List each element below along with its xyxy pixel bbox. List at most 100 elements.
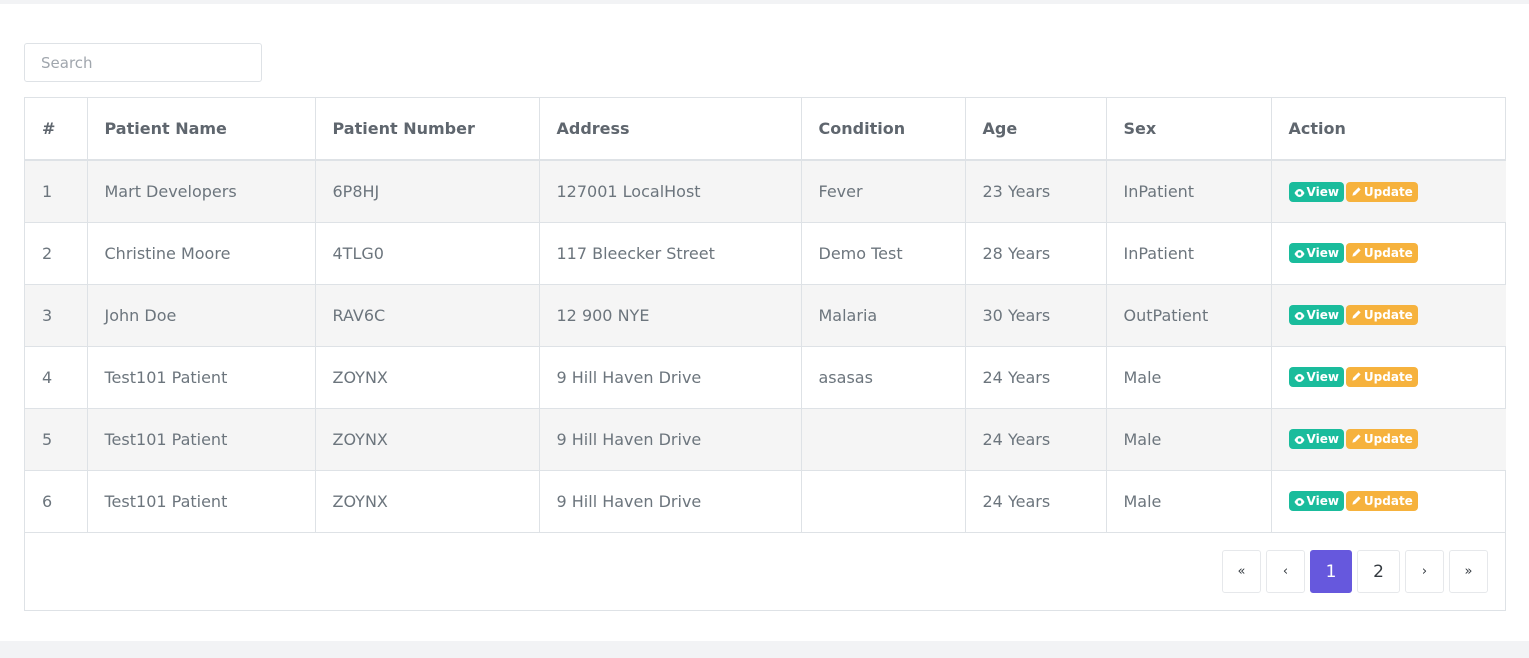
column-header-address[interactable]: Address xyxy=(539,98,802,161)
view-label: View xyxy=(1306,308,1339,323)
table-row: 6 Test101 Patient ZOYNX 9 Hill Haven Drive 2… xyxy=(25,470,1506,533)
cell-patient-number: ZOYNX xyxy=(315,470,540,533)
cell-address: 117 Bleecker Street xyxy=(539,222,802,285)
view-label: View xyxy=(1306,246,1339,261)
patients-card: # Patient Name Patient Number Address Co… xyxy=(0,4,1529,641)
view-label: View xyxy=(1306,370,1339,385)
cell-action: View Update xyxy=(1271,470,1506,533)
pagination-page-1[interactable]: 1 xyxy=(1310,550,1352,593)
cell-action: View Update xyxy=(1271,346,1506,409)
update-label: Update xyxy=(1363,494,1413,509)
cell-patient-name: Christine Moore xyxy=(87,222,316,285)
cell-row-number: 3 xyxy=(25,284,88,347)
update-label: Update xyxy=(1363,184,1413,199)
table-row: 3 John Doe RAV6C 12 900 NYE Malaria 30 Years O… xyxy=(25,284,1506,347)
eye-icon xyxy=(1294,433,1305,446)
cell-action: View Update xyxy=(1271,284,1506,347)
view-button[interactable]: View xyxy=(1288,367,1344,388)
cell-address: 9 Hill Haven Drive xyxy=(539,470,802,533)
update-label: Update xyxy=(1363,370,1413,385)
column-header-sex[interactable]: Sex xyxy=(1106,98,1272,161)
column-header-action: Action xyxy=(1271,98,1506,161)
cell-condition: Demo Test xyxy=(801,222,966,285)
cell-sex: Male xyxy=(1106,346,1272,409)
pagination-prev-button[interactable]: ‹ xyxy=(1266,550,1305,593)
view-button[interactable]: View xyxy=(1288,243,1344,264)
cell-address: 12 900 NYE xyxy=(539,284,802,347)
cell-action: View Update xyxy=(1271,160,1506,223)
column-header-number[interactable]: # xyxy=(25,98,88,161)
cell-patient-number: ZOYNX xyxy=(315,408,540,471)
update-label: Update xyxy=(1363,432,1413,447)
update-button[interactable]: Update xyxy=(1345,491,1418,512)
eye-icon xyxy=(1294,371,1305,384)
column-header-patient-number[interactable]: Patient Number xyxy=(315,98,540,161)
view-button[interactable]: View xyxy=(1288,491,1344,512)
table-row: 1 Mart Developers 6P8HJ 127001 LocalHost Fev… xyxy=(25,160,1506,223)
cell-condition xyxy=(801,470,966,533)
cell-sex: Male xyxy=(1106,470,1272,533)
cell-patient-name: Test101 Patient xyxy=(87,408,316,471)
pagination-next-button[interactable]: › xyxy=(1405,550,1444,593)
pagination: « ‹ 1 2 › » xyxy=(1222,550,1488,593)
table-row: 5 Test101 Patient ZOYNX 9 Hill Haven Drive 2… xyxy=(25,408,1506,471)
view-label: View xyxy=(1306,184,1339,199)
cell-row-number: 6 xyxy=(25,470,88,533)
patients-table-container: # Patient Name Patient Number Address Co… xyxy=(24,97,1506,611)
cell-age: 30 Years xyxy=(965,284,1107,347)
cell-age: 24 Years xyxy=(965,408,1107,471)
cell-patient-name: Mart Developers xyxy=(87,160,316,223)
update-button[interactable]: Update xyxy=(1345,243,1418,264)
view-label: View xyxy=(1306,494,1339,509)
cell-row-number: 2 xyxy=(25,222,88,285)
column-header-condition[interactable]: Condition xyxy=(801,98,966,161)
cell-row-number: 5 xyxy=(25,408,88,471)
cell-age: 28 Years xyxy=(965,222,1107,285)
pencil-icon xyxy=(1351,309,1362,322)
cell-sex: InPatient xyxy=(1106,222,1272,285)
cell-age: 24 Years xyxy=(965,346,1107,409)
update-button[interactable]: Update xyxy=(1345,367,1418,388)
cell-condition: asasas xyxy=(801,346,966,409)
cell-condition: Fever xyxy=(801,160,966,223)
eye-icon xyxy=(1294,495,1305,508)
cell-row-number: 1 xyxy=(25,160,88,223)
cell-patient-name: Test101 Patient xyxy=(87,470,316,533)
pencil-icon xyxy=(1351,247,1362,260)
cell-sex: OutPatient xyxy=(1106,284,1272,347)
view-button[interactable]: View xyxy=(1288,181,1344,202)
column-header-age[interactable]: Age xyxy=(965,98,1107,161)
update-button[interactable]: Update xyxy=(1345,181,1418,202)
cell-patient-number: 6P8HJ xyxy=(315,160,540,223)
cell-action: View Update xyxy=(1271,222,1506,285)
column-header-patient-name[interactable]: Patient Name xyxy=(87,98,316,161)
cell-age: 23 Years xyxy=(965,160,1107,223)
cell-patient-name: John Doe xyxy=(87,284,316,347)
update-label: Update xyxy=(1363,246,1413,261)
cell-condition xyxy=(801,408,966,471)
cell-address: 9 Hill Haven Drive xyxy=(539,346,802,409)
pencil-icon xyxy=(1351,186,1362,199)
search-input[interactable] xyxy=(24,43,262,82)
cell-sex: Male xyxy=(1106,408,1272,471)
cell-age: 24 Years xyxy=(965,470,1107,533)
table-row: 4 Test101 Patient ZOYNX 9 Hill Haven Drive a… xyxy=(25,346,1506,409)
view-button[interactable]: View xyxy=(1288,305,1344,326)
view-label: View xyxy=(1306,432,1339,447)
table-header-row: # Patient Name Patient Number Address Co… xyxy=(25,98,1506,161)
cell-action: View Update xyxy=(1271,408,1506,471)
cell-sex: InPatient xyxy=(1106,160,1272,223)
view-button[interactable]: View xyxy=(1288,429,1344,450)
pagination-last-button[interactable]: » xyxy=(1449,550,1488,593)
eye-icon xyxy=(1294,309,1305,322)
pencil-icon xyxy=(1351,371,1362,384)
pagination-page-2[interactable]: 2 xyxy=(1357,550,1400,593)
update-button[interactable]: Update xyxy=(1345,305,1418,326)
cell-row-number: 4 xyxy=(25,346,88,409)
update-button[interactable]: Update xyxy=(1345,429,1418,450)
cell-address: 9 Hill Haven Drive xyxy=(539,408,802,471)
pagination-first-button[interactable]: « xyxy=(1222,550,1261,593)
cell-patient-name: Test101 Patient xyxy=(87,346,316,409)
eye-icon xyxy=(1294,186,1305,199)
cell-patient-number: ZOYNX xyxy=(315,346,540,409)
